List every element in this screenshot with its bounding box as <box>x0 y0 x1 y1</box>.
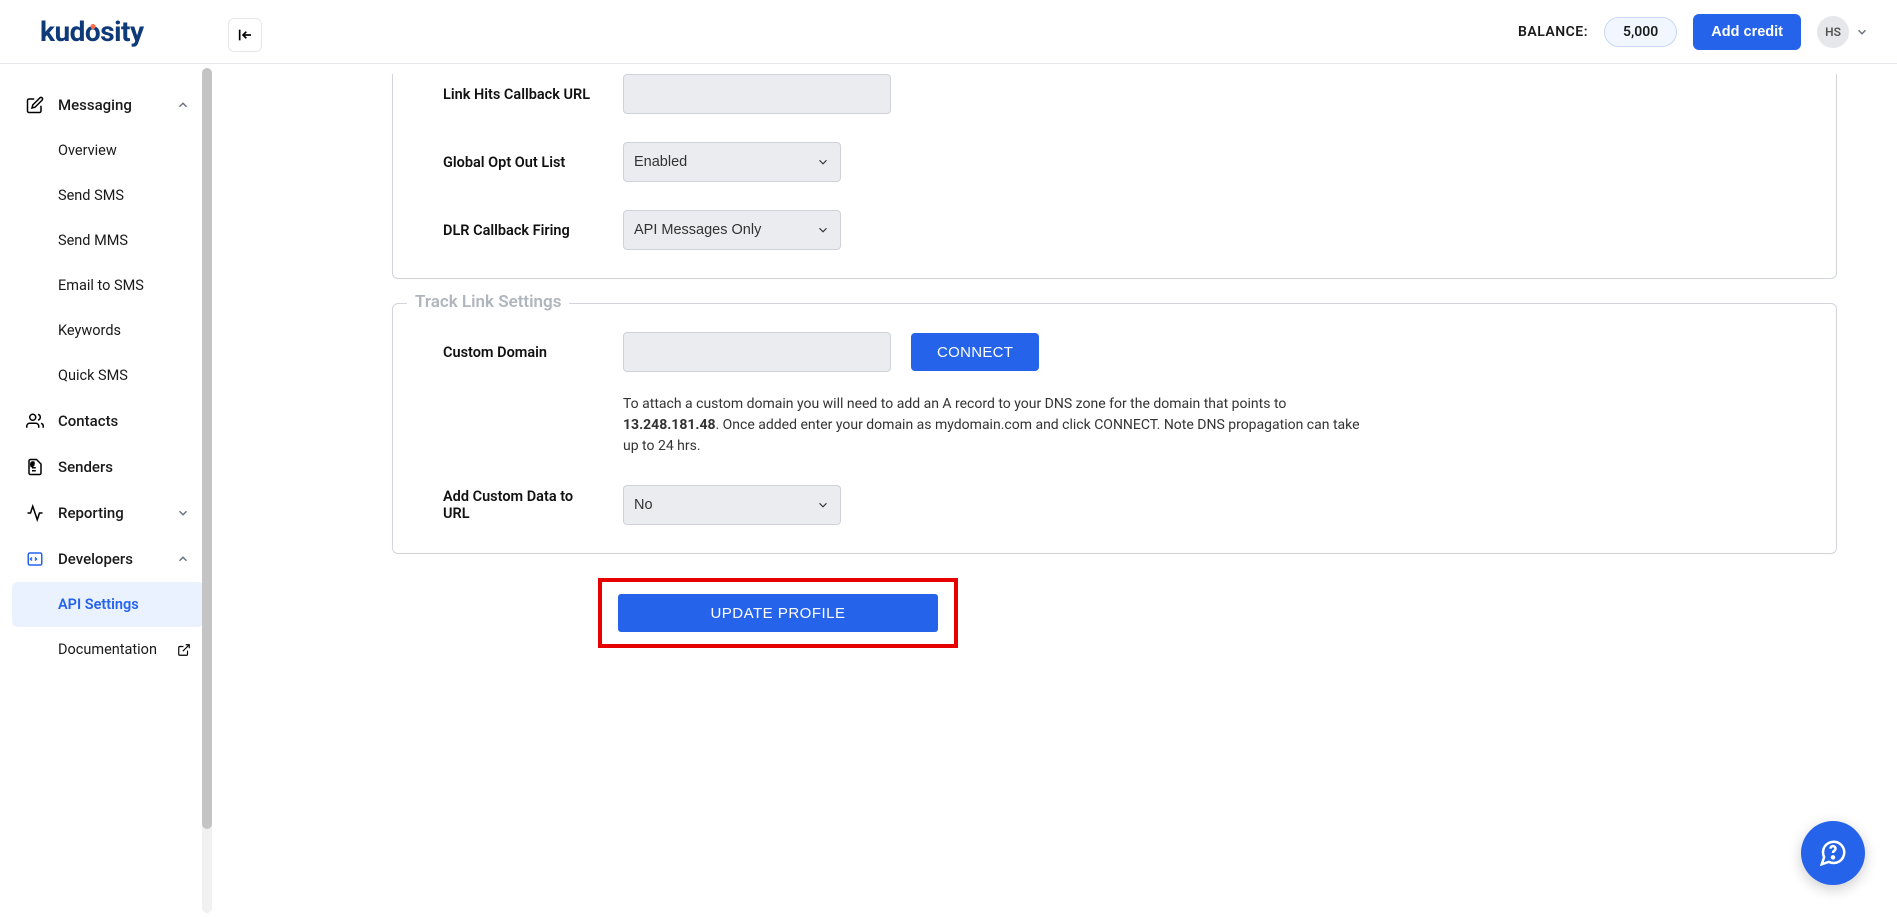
add-credit-button[interactable]: Add credit <box>1693 14 1801 50</box>
callback-settings-fieldset: Link Hits Callback URL Global Opt Out Li… <box>392 74 1837 279</box>
dlr-select[interactable]: API Messages Only <box>623 210 841 250</box>
sidebar-item-reporting[interactable]: Reporting <box>12 490 204 536</box>
sidebar-item-label: Send SMS <box>58 187 124 204</box>
header: kudosity BALANCE: 5,000 Add credit HS <box>0 0 1897 64</box>
reporting-icon <box>26 504 44 522</box>
help-bubble-button[interactable] <box>1801 821 1865 885</box>
sidebar-item-label: Email to SMS <box>58 277 144 294</box>
sidebar-item-send-mms[interactable]: Send MMS <box>12 218 204 263</box>
developers-icon <box>26 550 44 568</box>
sidebar-item-keywords[interactable]: Keywords <box>12 308 204 353</box>
sidebar-item-label: Senders <box>58 458 113 476</box>
global-optout-label: Global Opt Out List <box>443 154 603 171</box>
link-hits-label: Link Hits Callback URL <box>443 86 603 103</box>
sidebar-item-label: Developers <box>58 550 133 568</box>
global-optout-select[interactable]: Enabled <box>623 142 841 182</box>
sidebar-item-label: Quick SMS <box>58 367 128 384</box>
user-menu[interactable]: HS <box>1817 16 1869 48</box>
main-content: Link Hits Callback URL Global Opt Out Li… <box>212 64 1897 917</box>
dlr-label: DLR Callback Firing <box>443 222 603 239</box>
connect-button[interactable]: CONNECT <box>911 333 1039 371</box>
sidebar-item-label: Reporting <box>58 504 124 522</box>
tracklink-legend: Track Link Settings <box>407 292 569 312</box>
layout: Messaging Overview Send SMS Send MMS Ema… <box>0 64 1897 917</box>
balance-label: BALANCE: <box>1518 24 1588 40</box>
custom-domain-label: Custom Domain <box>443 344 603 361</box>
sidebar-item-label: Documentation <box>58 641 157 658</box>
add-custom-data-select[interactable]: No <box>623 485 841 525</box>
sidebar: Messaging Overview Send SMS Send MMS Ema… <box>0 64 212 917</box>
sidebar-item-messaging[interactable]: Messaging <box>12 82 204 128</box>
custom-domain-help: To attach a custom domain you will need … <box>443 394 1363 457</box>
sidebar-item-api-settings[interactable]: API Settings <box>12 582 204 627</box>
sidebar-item-developers[interactable]: Developers <box>12 536 204 582</box>
balance-value[interactable]: 5,000 <box>1604 17 1677 47</box>
avatar: HS <box>1817 16 1849 48</box>
external-link-icon <box>177 643 191 657</box>
sidebar-item-label: Keywords <box>58 322 121 339</box>
sidebar-collapse-button[interactable] <box>228 18 262 52</box>
custom-domain-input[interactable] <box>623 332 891 372</box>
link-hits-input[interactable] <box>623 74 891 114</box>
header-right: BALANCE: 5,000 Add credit HS <box>1518 14 1869 50</box>
sidebar-item-overview[interactable]: Overview <box>12 128 204 173</box>
sidebar-item-quick-sms[interactable]: Quick SMS <box>12 353 204 398</box>
sidebar-item-email-to-sms[interactable]: Email to SMS <box>12 263 204 308</box>
sidebar-item-senders[interactable]: # Senders <box>12 444 204 490</box>
logo[interactable]: kudosity <box>40 15 144 48</box>
update-highlight: UPDATE PROFILE <box>598 578 958 648</box>
svg-text:#: # <box>31 461 35 468</box>
chevron-down-icon <box>1855 25 1869 39</box>
chevron-up-icon <box>176 98 190 112</box>
edit-icon <box>26 96 44 114</box>
sidebar-item-documentation[interactable]: Documentation <box>12 627 204 672</box>
sidebar-item-contacts[interactable]: Contacts <box>12 398 204 444</box>
update-profile-button[interactable]: UPDATE PROFILE <box>618 594 938 632</box>
sidebar-item-send-sms[interactable]: Send SMS <box>12 173 204 218</box>
contacts-icon <box>26 412 44 430</box>
sidebar-item-label: API Settings <box>58 596 139 613</box>
sidebar-item-label: Send MMS <box>58 232 128 249</box>
sidebar-item-label: Contacts <box>58 412 118 430</box>
add-custom-data-label: Add Custom Data to URL <box>443 488 603 522</box>
tracklink-fieldset: Track Link Settings Custom Domain CONNEC… <box>392 303 1837 554</box>
sidebar-item-label: Overview <box>58 142 117 159</box>
chevron-up-icon <box>176 552 190 566</box>
sidebar-item-label: Messaging <box>58 96 132 114</box>
update-wrap: UPDATE PROFILE <box>392 578 1837 648</box>
chevron-down-icon <box>176 506 190 520</box>
sidebar-scrollbar[interactable] <box>202 68 212 913</box>
senders-icon: # <box>26 458 44 476</box>
